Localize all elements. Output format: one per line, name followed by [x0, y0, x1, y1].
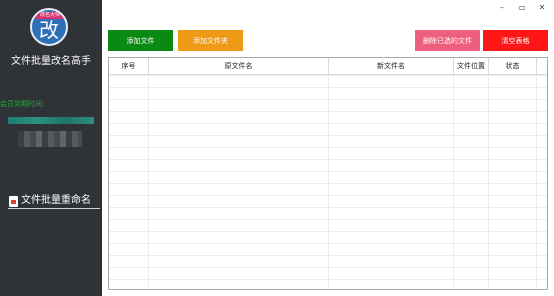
clear-table-button[interactable]: 清空表格	[483, 30, 548, 51]
table-header: 序号 原文件名 新文件名 文件位置 状态	[109, 58, 547, 75]
app-logo: 改名大师 改	[30, 8, 68, 46]
column-header-status[interactable]: 状态	[489, 58, 537, 74]
document-icon	[9, 196, 18, 207]
sidebar-item-label: 文件批量重命名	[21, 195, 91, 206]
sidebar-item-batch-rename[interactable]: 文件批量重命名	[8, 194, 100, 209]
close-button[interactable]: ✕	[536, 3, 548, 12]
column-divider	[148, 75, 149, 289]
column-divider	[488, 75, 489, 289]
member-expire-label: 会员到期时间:	[0, 100, 45, 108]
add-folder-button[interactable]: 添加文件夹	[178, 30, 243, 51]
add-file-button[interactable]: 添加文件	[108, 30, 173, 51]
column-divider	[328, 75, 329, 289]
file-table[interactable]: 序号 原文件名 新文件名 文件位置 状态	[108, 57, 548, 290]
blurred-account-info	[8, 117, 94, 124]
delete-selected-button[interactable]: 删除已选的文件	[415, 30, 480, 51]
maximize-button[interactable]: ▭	[516, 3, 528, 12]
column-header-new-name[interactable]: 新文件名	[329, 58, 454, 74]
column-divider	[536, 75, 537, 289]
app-title: 文件批量改名高手	[11, 56, 91, 67]
column-divider	[453, 75, 454, 289]
column-header-location[interactable]: 文件位置	[454, 58, 489, 74]
logo-character: 改	[39, 18, 59, 42]
sidebar: 改名大师 改 文件批量改名高手 会员到期时间: 文件批量重命名	[0, 0, 102, 296]
column-header-index[interactable]: 序号	[109, 58, 149, 74]
column-header-original-name[interactable]: 原文件名	[149, 58, 329, 74]
minimize-button[interactable]: –	[496, 3, 508, 12]
blurred-user-info	[18, 131, 82, 147]
